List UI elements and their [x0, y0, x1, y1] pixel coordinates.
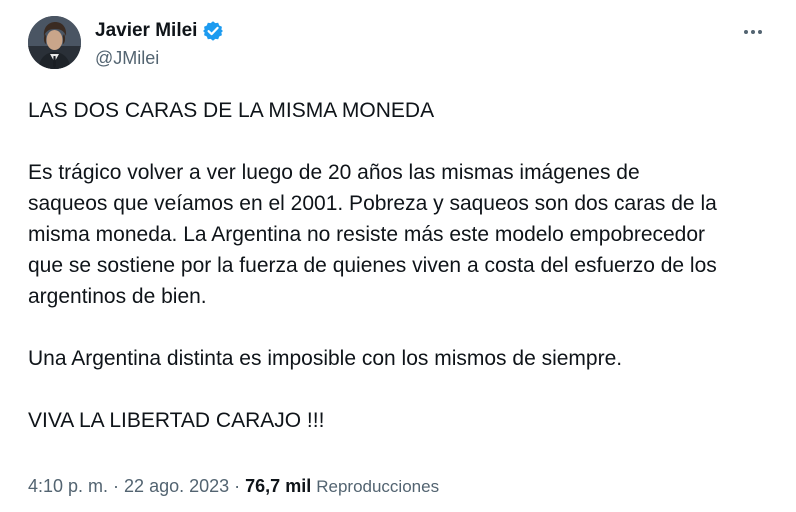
views-label: Reproducciones	[316, 477, 440, 496]
display-name-row: Javier Milei	[95, 18, 224, 44]
tweet-header: Javier Milei @JMilei	[28, 14, 768, 74]
meta-separator: ·	[108, 476, 125, 496]
author-names: Javier Milei @JMilei	[95, 18, 224, 71]
tweet-paragraph: Una Argentina distinta es imposible con …	[28, 347, 623, 370]
verified-badge-icon[interactable]	[202, 20, 224, 42]
tweet-paragraph: VIVA LA LIBERTAD CARAJO !!!	[28, 409, 325, 432]
tweet-time[interactable]: 4:10 p. m.	[28, 476, 108, 496]
tweet-paragraph: Es trágico volver a ver luego de 20 años…	[28, 161, 717, 308]
tweet-text: LAS DOS CARAS DE LA MISMA MONEDA Es trág…	[28, 95, 748, 467]
avatar-image	[28, 16, 81, 69]
author-display-name[interactable]: Javier Milei	[95, 18, 197, 44]
views-count: 76,7 mil	[245, 476, 312, 496]
tweet-metadata: 4:10 p. m. · 22 ago. 2023 · 76,7 mil Rep…	[28, 473, 439, 499]
avatar[interactable]	[28, 16, 81, 69]
tweet-date[interactable]: 22 ago. 2023	[124, 476, 229, 496]
meta-separator: ·	[229, 476, 246, 496]
more-options-icon[interactable]	[738, 20, 768, 44]
tweet-paragraph: LAS DOS CARAS DE LA MISMA MONEDA	[28, 99, 435, 122]
tweet-card: Javier Milei @JMilei LAS DOS CARAS DE LA…	[0, 0, 796, 512]
author-handle[interactable]: @JMilei	[95, 45, 224, 71]
